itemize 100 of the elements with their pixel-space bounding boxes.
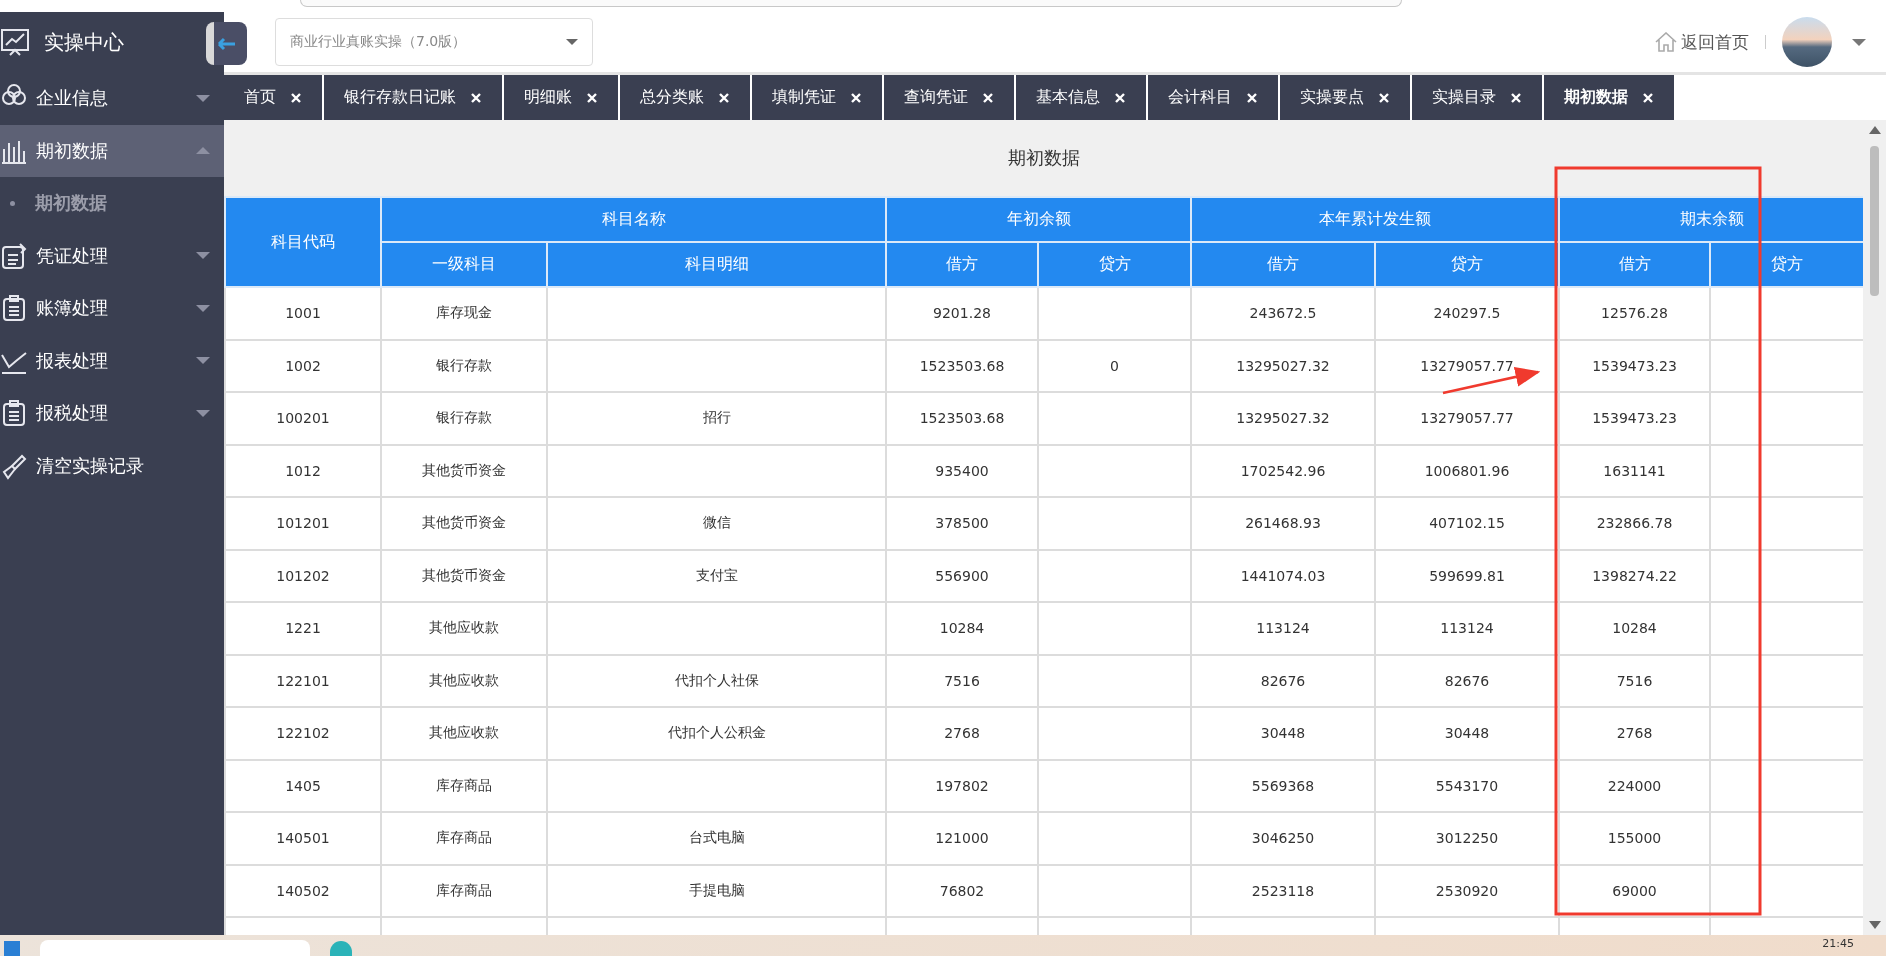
table-cell: 261468.93 <box>1191 497 1375 550</box>
table-cell: 122102 <box>225 707 381 760</box>
course-select[interactable]: 商业行业真账实操（7.0版） <box>275 18 593 66</box>
start-icon[interactable] <box>4 941 20 956</box>
tab[interactable]: 实操要点 <box>1280 75 1410 120</box>
table-cell: 556900 <box>886 549 1038 602</box>
column-header: 年初余额 <box>886 197 1191 242</box>
tab[interactable]: 首页 <box>224 75 322 120</box>
tab[interactable]: 明细账 <box>504 75 618 120</box>
table-cell: 113124 <box>1375 602 1559 655</box>
table-cell: 其他货币资金 <box>381 444 547 497</box>
home-link[interactable]: 返回首页 <box>1655 30 1749 54</box>
table-cell: 101201 <box>225 497 381 550</box>
sidebar-item[interactable]: 清空实操记录 <box>0 439 224 492</box>
table-cell: 1221 <box>225 602 381 655</box>
table-cell: 407102.15 <box>1375 497 1559 550</box>
table-cell: 140502 <box>225 864 381 917</box>
sidebar-item[interactable]: 报表处理 <box>0 334 224 387</box>
table-cell: 100201 <box>225 392 381 445</box>
table-cell: 2768 <box>1559 707 1710 760</box>
table-cell: 7516 <box>1559 654 1710 707</box>
address-field[interactable] <box>300 0 1402 7</box>
table-cell: 240297.5 <box>1375 287 1559 340</box>
table-cell: 库存商品 <box>381 864 547 917</box>
close-icon <box>1114 91 1126 104</box>
table-cell: 13279057.77 <box>1375 339 1559 392</box>
table-cell: 9201.28 <box>886 287 1038 340</box>
left-arrow-icon <box>216 36 237 51</box>
table-cell: 1631141 <box>1559 444 1710 497</box>
column-header: 贷方 <box>1710 242 1863 287</box>
sidebar-subitem[interactable]: 期初数据 <box>0 177 224 230</box>
column-header: 期末余额 <box>1559 197 1863 242</box>
close-icon <box>1246 91 1258 104</box>
column-header: 本年累计发生额 <box>1191 197 1559 242</box>
table-cell: 7516 <box>886 654 1038 707</box>
column-header: 科目代码 <box>225 197 381 287</box>
tab[interactable]: 期初数据 <box>1544 75 1674 120</box>
home-icon <box>1655 32 1677 52</box>
close-icon <box>1378 91 1390 104</box>
close-icon <box>470 91 482 104</box>
sidebar-item[interactable]: 报税处理 <box>0 387 224 440</box>
table-cell: 1012 <box>225 444 381 497</box>
table-cell: 1001 <box>225 287 381 340</box>
sidebar-item[interactable]: 账簿处理 <box>0 282 224 335</box>
table-cell: 243672.5 <box>1191 287 1375 340</box>
clock: 21:45 <box>1822 938 1854 950</box>
table-cell: 其他应收款 <box>381 707 547 760</box>
table-cell: 代扣个人公积金 <box>547 707 886 760</box>
close-icon <box>982 91 994 104</box>
table-cell: 1441074.03 <box>1191 549 1375 602</box>
tab[interactable]: 实操目录 <box>1412 75 1542 120</box>
avatar[interactable] <box>1782 17 1832 67</box>
tab[interactable]: 基本信息 <box>1016 75 1146 120</box>
table-cell: 1002 <box>225 339 381 392</box>
table-cell: 13295027.32 <box>1191 392 1375 445</box>
column-header: 一级科目 <box>381 242 547 287</box>
search-field[interactable] <box>40 940 310 956</box>
collapse-button[interactable] <box>206 22 247 65</box>
sidebar-item[interactable]: 企业信息 <box>0 72 224 125</box>
bullet-icon <box>10 200 15 206</box>
tab[interactable]: 银行存款日记账 <box>324 75 502 120</box>
table-cell: 代扣个人社保 <box>547 654 886 707</box>
app-icon[interactable] <box>330 941 352 956</box>
table-cell: 银行存款 <box>381 339 547 392</box>
table-cell: 82676 <box>1191 654 1375 707</box>
table-cell: 101202 <box>225 549 381 602</box>
tab[interactable]: 总分类账 <box>620 75 750 120</box>
table-cell: 30448 <box>1191 707 1375 760</box>
table-cell: 113124 <box>1191 602 1375 655</box>
table-cell: 3012250 <box>1375 812 1559 865</box>
tab[interactable]: 填制凭证 <box>752 75 882 120</box>
table-cell: 1523503.68 <box>886 339 1038 392</box>
table-cell: 1702542.96 <box>1191 444 1375 497</box>
table-cell: 手提电脑 <box>547 864 886 917</box>
table-cell: 76802 <box>886 864 1038 917</box>
close-icon <box>718 91 730 104</box>
sidebar-item[interactable]: 期初数据 <box>0 124 224 177</box>
table-cell: 121000 <box>886 812 1038 865</box>
dropdown-caret-icon <box>566 39 578 45</box>
table-cell: 其他应收款 <box>381 654 547 707</box>
table-cell: 13279057.77 <box>1375 392 1559 445</box>
tab[interactable]: 查询凭证 <box>884 75 1014 120</box>
page-title: 期初数据 <box>1007 146 1080 170</box>
close-icon <box>1510 91 1522 104</box>
table-cell: 微信 <box>547 497 886 550</box>
table-cell: 69000 <box>1559 864 1710 917</box>
table-cell: 招行 <box>547 392 886 445</box>
column-header: 贷方 <box>1375 242 1559 287</box>
table-cell: 1405 <box>225 759 381 812</box>
table-cell: 库存商品 <box>381 759 547 812</box>
table-cell: 2523118 <box>1191 864 1375 917</box>
caret-icon[interactable] <box>1852 38 1866 46</box>
table-cell: 1539473.23 <box>1559 392 1710 445</box>
sidebar-item[interactable]: 凭证处理 <box>0 229 224 282</box>
table-cell: 台式电脑 <box>547 812 886 865</box>
table-cell: 232866.78 <box>1559 497 1710 550</box>
table-cell: 库存商品 <box>381 812 547 865</box>
table-cell: 1523503.68 <box>886 392 1038 445</box>
tab[interactable]: 会计科目 <box>1148 75 1278 120</box>
table-cell: 30448 <box>1375 707 1559 760</box>
